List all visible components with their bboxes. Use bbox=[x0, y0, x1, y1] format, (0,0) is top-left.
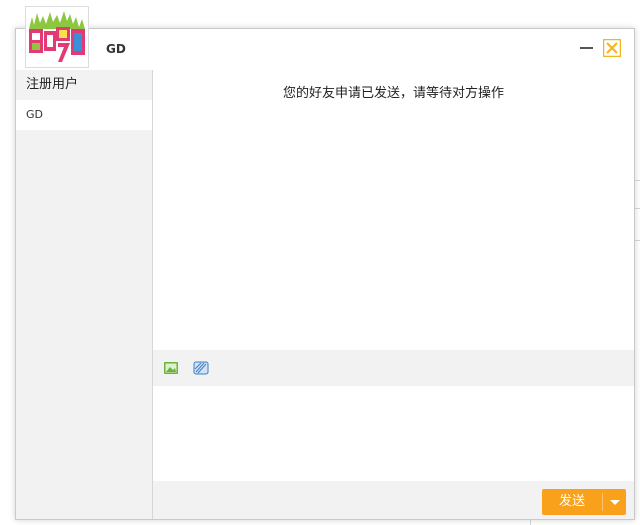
minimize-button[interactable] bbox=[578, 39, 596, 57]
sidebar-header: 注册用户 bbox=[26, 77, 79, 92]
close-button[interactable] bbox=[602, 38, 622, 58]
send-button[interactable]: 发送 bbox=[542, 489, 602, 515]
app-logo bbox=[25, 6, 89, 68]
send-button-group: 发送 bbox=[542, 489, 626, 515]
status-message: 您的好友申请已发送，请等待对方操作 bbox=[282, 86, 504, 101]
chat-panel: 您的好友申请已发送，请等待对方操作 发送 bbox=[153, 70, 634, 519]
message-area[interactable]: 您的好友申请已发送，请等待对方操作 bbox=[153, 70, 634, 350]
close-icon bbox=[602, 38, 622, 58]
image-icon bbox=[164, 362, 178, 374]
chat-window: GD 注册用户 GD 您的好友申请已发送，请等待对方操作 发送 bbox=[15, 28, 635, 520]
user-sidebar: 注册用户 GD bbox=[16, 70, 153, 519]
chat-footer: 发送 bbox=[153, 481, 634, 519]
send-image-button[interactable] bbox=[163, 360, 179, 376]
title-bar[interactable]: GD bbox=[16, 29, 634, 71]
minimize-icon bbox=[580, 47, 593, 49]
logo-icon bbox=[29, 11, 85, 62]
sidebar-item-user[interactable]: GD bbox=[16, 100, 152, 130]
emoji-button[interactable] bbox=[193, 360, 209, 376]
input-toolbar bbox=[153, 350, 634, 386]
window-title: GD bbox=[106, 42, 126, 56]
emoji-icon bbox=[193, 361, 209, 375]
message-input[interactable] bbox=[153, 386, 634, 481]
send-options-dropdown[interactable] bbox=[603, 489, 626, 515]
